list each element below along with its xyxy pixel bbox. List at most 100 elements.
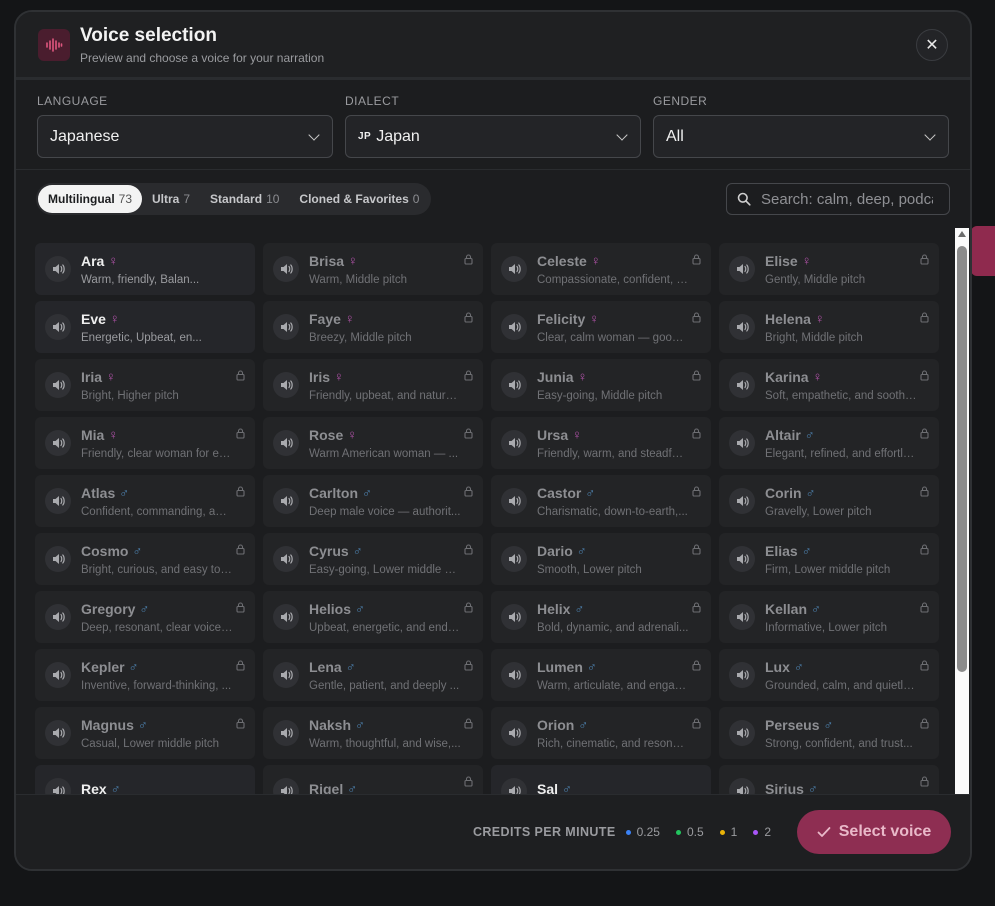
voice-card-brisa[interactable]: Brisa ♀ Warm, Middle pitch <box>263 243 483 295</box>
play-preview-button[interactable] <box>45 430 71 456</box>
lock-icon <box>920 368 929 386</box>
female-symbol-icon: ♀ <box>572 427 582 442</box>
gender-select[interactable]: All <box>653 115 949 158</box>
play-preview-button[interactable] <box>45 546 71 572</box>
play-preview-button[interactable] <box>501 314 527 340</box>
dialect-filter: DIALECT JP Japan <box>345 94 641 169</box>
play-preview-button[interactable] <box>45 314 71 340</box>
play-preview-button[interactable] <box>501 720 527 746</box>
voice-list-scrollbar[interactable] <box>955 228 969 808</box>
play-preview-button[interactable] <box>273 430 299 456</box>
voice-card-cyrus[interactable]: Cyrus ♂ Easy-going, Lower middle pi... <box>263 533 483 585</box>
play-preview-button[interactable] <box>45 662 71 688</box>
voice-card-corin[interactable]: Corin ♂ Gravelly, Lower pitch <box>719 475 939 527</box>
tab-standard[interactable]: Standard 10 <box>200 185 289 213</box>
play-preview-button[interactable] <box>45 720 71 746</box>
voice-card-perseus[interactable]: Perseus ♂ Strong, confident, and trust... <box>719 707 939 759</box>
speaker-icon <box>52 496 65 506</box>
voice-card-naksh[interactable]: Naksh ♂ Warm, thoughtful, and wise,... <box>263 707 483 759</box>
play-preview-button[interactable] <box>273 604 299 630</box>
voice-card-kellan[interactable]: Kellan ♂ Informative, Lower pitch <box>719 591 939 643</box>
play-preview-button[interactable] <box>729 256 755 282</box>
voice-card-helix[interactable]: Helix ♂ Bold, dynamic, and adrenali... <box>491 591 711 643</box>
voice-name-row: Orion ♂ <box>537 717 689 733</box>
voice-card-helios[interactable]: Helios ♂ Upbeat, energetic, and endle... <box>263 591 483 643</box>
dialect-select[interactable]: JP Japan <box>345 115 641 158</box>
play-preview-button[interactable] <box>729 662 755 688</box>
play-preview-button[interactable] <box>501 662 527 688</box>
male-symbol-icon: ♂ <box>805 485 816 500</box>
scrollbar-thumb[interactable] <box>957 246 967 672</box>
voice-card-ara[interactable]: Ara ♀ Warm, friendly, Balan... <box>35 243 255 295</box>
voice-card-felicity[interactable]: Felicity ♀ Clear, calm woman — good ... <box>491 301 711 353</box>
play-preview-button[interactable] <box>273 314 299 340</box>
select-voice-button[interactable]: Select voice <box>797 810 951 854</box>
play-preview-button[interactable] <box>729 604 755 630</box>
tab-ultra[interactable]: Ultra 7 <box>142 185 200 213</box>
play-preview-button[interactable] <box>729 430 755 456</box>
play-preview-button[interactable] <box>501 546 527 572</box>
voice-card-lumen[interactable]: Lumen ♂ Warm, articulate, and engag... <box>491 649 711 701</box>
voice-card-faye[interactable]: Faye ♀ Breezy, Middle pitch <box>263 301 483 353</box>
voice-card-rose[interactable]: Rose ♀ Warm American woman — ... <box>263 417 483 469</box>
play-preview-button[interactable] <box>45 372 71 398</box>
voice-card-magnus[interactable]: Magnus ♂ Casual, Lower middle pitch <box>35 707 255 759</box>
play-preview-button[interactable] <box>501 430 527 456</box>
voice-card-junia[interactable]: Junia ♀ Easy-going, Middle pitch <box>491 359 711 411</box>
voice-card-gregory[interactable]: Gregory ♂ Deep, resonant, clear voice f... <box>35 591 255 643</box>
play-preview-button[interactable] <box>273 256 299 282</box>
voice-card-elias[interactable]: Elias ♂ Firm, Lower middle pitch <box>719 533 939 585</box>
voice-card-eve[interactable]: Eve ♀ Energetic, Upbeat, en... <box>35 301 255 353</box>
voice-card-altair[interactable]: Altair ♂ Elegant, refined, and effortle... <box>719 417 939 469</box>
play-preview-button[interactable] <box>45 604 71 630</box>
voice-card-lux[interactable]: Lux ♂ Grounded, calm, and quietly ... <box>719 649 939 701</box>
voice-description: Bright, curious, and easy to f... <box>81 563 233 576</box>
play-preview-button[interactable] <box>45 256 71 282</box>
voice-description: Rich, cinematic, and resonan... <box>537 737 689 750</box>
lock-icon <box>920 542 929 560</box>
voice-card-elise[interactable]: Elise ♀ Gently, Middle pitch <box>719 243 939 295</box>
lock-icon <box>920 600 929 618</box>
play-preview-button[interactable] <box>273 720 299 746</box>
search-input[interactable] <box>761 190 933 208</box>
voice-description: Bright, Higher pitch <box>81 389 179 402</box>
voice-card-mia[interactable]: Mia ♀ Friendly, clear woman for ex... <box>35 417 255 469</box>
play-preview-button[interactable] <box>729 488 755 514</box>
voice-card-ursa[interactable]: Ursa ♀ Friendly, warm, and steadfas... <box>491 417 711 469</box>
voice-card-lena[interactable]: Lena ♂ Gentle, patient, and deeply ... <box>263 649 483 701</box>
voice-card-dario[interactable]: Dario ♂ Smooth, Lower pitch <box>491 533 711 585</box>
male-symbol-icon: ♂ <box>132 543 143 558</box>
tab-cloned-favorites[interactable]: Cloned & Favorites 0 <box>289 185 429 213</box>
play-preview-button[interactable] <box>729 546 755 572</box>
play-preview-button[interactable] <box>729 720 755 746</box>
voice-card-cosmo[interactable]: Cosmo ♂ Bright, curious, and easy to f... <box>35 533 255 585</box>
tab-multilingual[interactable]: Multilingual 73 <box>38 185 143 213</box>
play-preview-button[interactable] <box>273 488 299 514</box>
play-preview-button[interactable] <box>501 604 527 630</box>
play-preview-button[interactable] <box>501 488 527 514</box>
play-preview-button[interactable] <box>729 372 755 398</box>
scroll-up-arrow-icon[interactable] <box>958 231 966 237</box>
speaker-icon <box>52 670 65 680</box>
voice-card-kepler[interactable]: Kepler ♂ Inventive, forward-thinking, ... <box>35 649 255 701</box>
play-preview-button[interactable] <box>729 314 755 340</box>
language-select[interactable]: Japanese <box>37 115 333 158</box>
voice-card-celeste[interactable]: Celeste ♀ Compassionate, confident, a... <box>491 243 711 295</box>
play-preview-button[interactable] <box>273 662 299 688</box>
voice-card-iris[interactable]: Iris ♀ Friendly, upbeat, and natural... <box>263 359 483 411</box>
voice-card-orion[interactable]: Orion ♂ Rich, cinematic, and resonan... <box>491 707 711 759</box>
play-preview-button[interactable] <box>501 372 527 398</box>
play-preview-button[interactable] <box>273 546 299 572</box>
voice-card-castor[interactable]: Castor ♂ Charismatic, down-to-earth,... <box>491 475 711 527</box>
voice-name: Ara <box>81 252 105 269</box>
voice-card-helena[interactable]: Helena ♀ Bright, Middle pitch <box>719 301 939 353</box>
voice-card-iria[interactable]: Iria ♀ Bright, Higher pitch <box>35 359 255 411</box>
play-preview-button[interactable] <box>273 372 299 398</box>
close-button[interactable]: ✕ <box>916 28 948 61</box>
play-preview-button[interactable] <box>45 488 71 514</box>
voice-card-carlton[interactable]: Carlton ♂ Deep male voice — authorit... <box>263 475 483 527</box>
voice-card-atlas[interactable]: Atlas ♂ Confident, commanding, and... <box>35 475 255 527</box>
voice-card-karina[interactable]: Karina ♀ Soft, empathetic, and soothi... <box>719 359 939 411</box>
play-preview-button[interactable] <box>501 256 527 282</box>
female-symbol-icon: ♀ <box>106 369 116 384</box>
